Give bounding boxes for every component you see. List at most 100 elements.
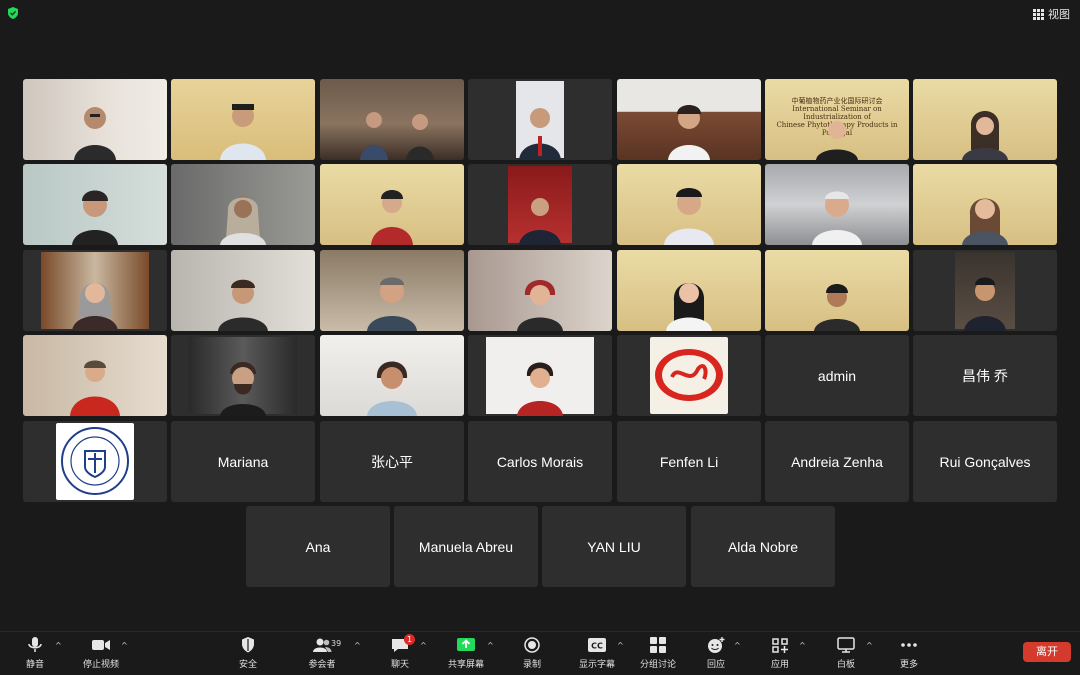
apps-label: 应用 bbox=[770, 660, 789, 670]
video-tile[interactable] bbox=[23, 335, 167, 416]
name-tile[interactable]: 张心平 bbox=[320, 421, 464, 502]
whiteboard-chevron-icon[interactable]: ^ bbox=[866, 641, 873, 650]
name-tile[interactable]: Manuela Abreu bbox=[394, 506, 538, 587]
dragon-logo bbox=[650, 337, 728, 414]
participant-video bbox=[72, 190, 118, 245]
name-tile[interactable]: Rui Gonçalves bbox=[913, 421, 1057, 502]
video-tile[interactable] bbox=[468, 250, 612, 331]
participant-video bbox=[367, 361, 417, 416]
video-tile[interactable] bbox=[23, 250, 167, 331]
participant-name: 张心平 bbox=[371, 453, 413, 470]
share-chevron-icon[interactable]: ^ bbox=[487, 641, 494, 650]
audio-options-chevron-icon[interactable]: ^ bbox=[55, 641, 62, 650]
video-tile[interactable] bbox=[913, 79, 1057, 160]
name-tile[interactable]: Alda Nobre bbox=[691, 506, 835, 587]
participant-name: Carlos Morais bbox=[496, 453, 584, 470]
closed-captions-icon: CC bbox=[588, 638, 606, 652]
record-button[interactable]: 录制 bbox=[502, 636, 562, 672]
video-tile[interactable] bbox=[320, 335, 464, 416]
record-label: 录制 bbox=[522, 660, 541, 670]
participant-video bbox=[517, 362, 563, 416]
video-tile[interactable] bbox=[171, 250, 315, 331]
more-dots-icon bbox=[901, 643, 917, 647]
participants-button[interactable]: 39 参会者 bbox=[292, 636, 352, 672]
video-tile[interactable]: 中葡植物药产业化国际研讨会 International Seminar on In… bbox=[765, 79, 909, 160]
participant-name: Manuela Abreu bbox=[418, 538, 514, 555]
participant-video bbox=[519, 108, 561, 160]
captions-chevron-icon[interactable]: ^ bbox=[617, 641, 624, 650]
video-tile[interactable] bbox=[468, 335, 612, 416]
participants-icon bbox=[313, 638, 332, 652]
video-tile[interactable] bbox=[23, 421, 167, 502]
microphone-icon bbox=[28, 637, 42, 652]
participant-video bbox=[220, 362, 266, 416]
whiteboard-label: 白板 bbox=[836, 660, 855, 670]
reactions-label: 回应 bbox=[706, 660, 725, 670]
chat-label: 聊天 bbox=[390, 660, 409, 670]
security-label: 安全 bbox=[238, 660, 257, 670]
participant-video bbox=[220, 104, 266, 160]
participant-video bbox=[519, 198, 561, 245]
smiley-plus-icon bbox=[708, 637, 725, 653]
video-tile[interactable] bbox=[765, 250, 909, 331]
video-tile[interactable] bbox=[617, 164, 761, 245]
name-tile[interactable]: admin bbox=[765, 335, 909, 416]
video-tile[interactable] bbox=[171, 164, 315, 245]
apps-icon bbox=[772, 638, 788, 653]
video-camera-icon bbox=[92, 640, 110, 650]
video-tile[interactable] bbox=[913, 250, 1057, 331]
video-tile[interactable] bbox=[617, 335, 761, 416]
name-tile[interactable]: Carlos Morais bbox=[468, 421, 612, 502]
video-tile-active-speaker[interactable] bbox=[171, 79, 315, 160]
video-gallery: 中葡植物药产业化国际研讨会 International Seminar on In… bbox=[0, 0, 1080, 632]
svg-text:CC: CC bbox=[591, 642, 603, 651]
participant-video bbox=[74, 107, 116, 160]
video-tile[interactable] bbox=[171, 335, 315, 416]
security-button[interactable]: 安全 bbox=[218, 636, 278, 672]
video-tile[interactable] bbox=[468, 79, 612, 160]
video-options-chevron-icon[interactable]: ^ bbox=[121, 641, 128, 650]
name-tile[interactable]: Mariana bbox=[171, 421, 315, 502]
reactions-chevron-icon[interactable]: ^ bbox=[734, 641, 741, 650]
participant-name: Ana bbox=[305, 538, 331, 555]
participant-name: Fenfen Li bbox=[659, 453, 719, 470]
chat-chevron-icon[interactable]: ^ bbox=[420, 641, 427, 650]
video-tile[interactable] bbox=[320, 164, 464, 245]
video-tile[interactable] bbox=[617, 79, 761, 160]
video-tile[interactable] bbox=[23, 164, 167, 245]
apps-chevron-icon[interactable]: ^ bbox=[799, 641, 806, 650]
breakout-label: 分组讨论 bbox=[639, 660, 676, 670]
name-tile[interactable]: Andreia Zenha bbox=[765, 421, 909, 502]
leave-meeting-button[interactable]: 离开 bbox=[1023, 642, 1071, 662]
participant-video bbox=[371, 190, 413, 245]
participant-video bbox=[964, 277, 1006, 331]
name-tile[interactable]: Fenfen Li bbox=[617, 421, 761, 502]
video-tile[interactable] bbox=[913, 164, 1057, 245]
participant-video bbox=[962, 198, 1008, 245]
chat-unread-badge: 1 bbox=[404, 634, 415, 645]
video-tile[interactable] bbox=[320, 250, 464, 331]
meeting-toolbar: 静音 ^ 停止视频 ^ 安全 39 参会者 ^ 1 聊天 ^ 共享屏幕 ^ 录制… bbox=[0, 631, 1080, 675]
more-label: 更多 bbox=[899, 660, 918, 670]
video-tile[interactable] bbox=[468, 164, 612, 245]
video-tile[interactable] bbox=[23, 79, 167, 160]
video-tile[interactable] bbox=[320, 79, 464, 160]
video-tile[interactable] bbox=[617, 250, 761, 331]
university-logo bbox=[56, 423, 134, 500]
more-button[interactable]: 更多 bbox=[879, 636, 939, 672]
whiteboard-icon bbox=[837, 637, 855, 653]
name-tile[interactable]: 昌伟 乔 bbox=[913, 335, 1057, 416]
participant-video bbox=[72, 283, 118, 331]
participants-label: 参会者 bbox=[308, 660, 336, 670]
captions-label: 显示字幕 bbox=[578, 660, 615, 670]
breakout-rooms-button[interactable]: 分组讨论 bbox=[628, 636, 688, 672]
participant-video bbox=[218, 279, 268, 331]
participant-name: Mariana bbox=[217, 453, 269, 470]
video-tile[interactable] bbox=[765, 164, 909, 245]
participant-name: YAN LIU bbox=[587, 538, 641, 555]
participants-chevron-icon[interactable]: ^ bbox=[354, 641, 361, 650]
record-icon bbox=[524, 637, 540, 653]
name-tile[interactable]: Ana bbox=[246, 506, 390, 587]
participant-video bbox=[220, 196, 266, 245]
name-tile[interactable]: YAN LIU bbox=[542, 506, 686, 587]
